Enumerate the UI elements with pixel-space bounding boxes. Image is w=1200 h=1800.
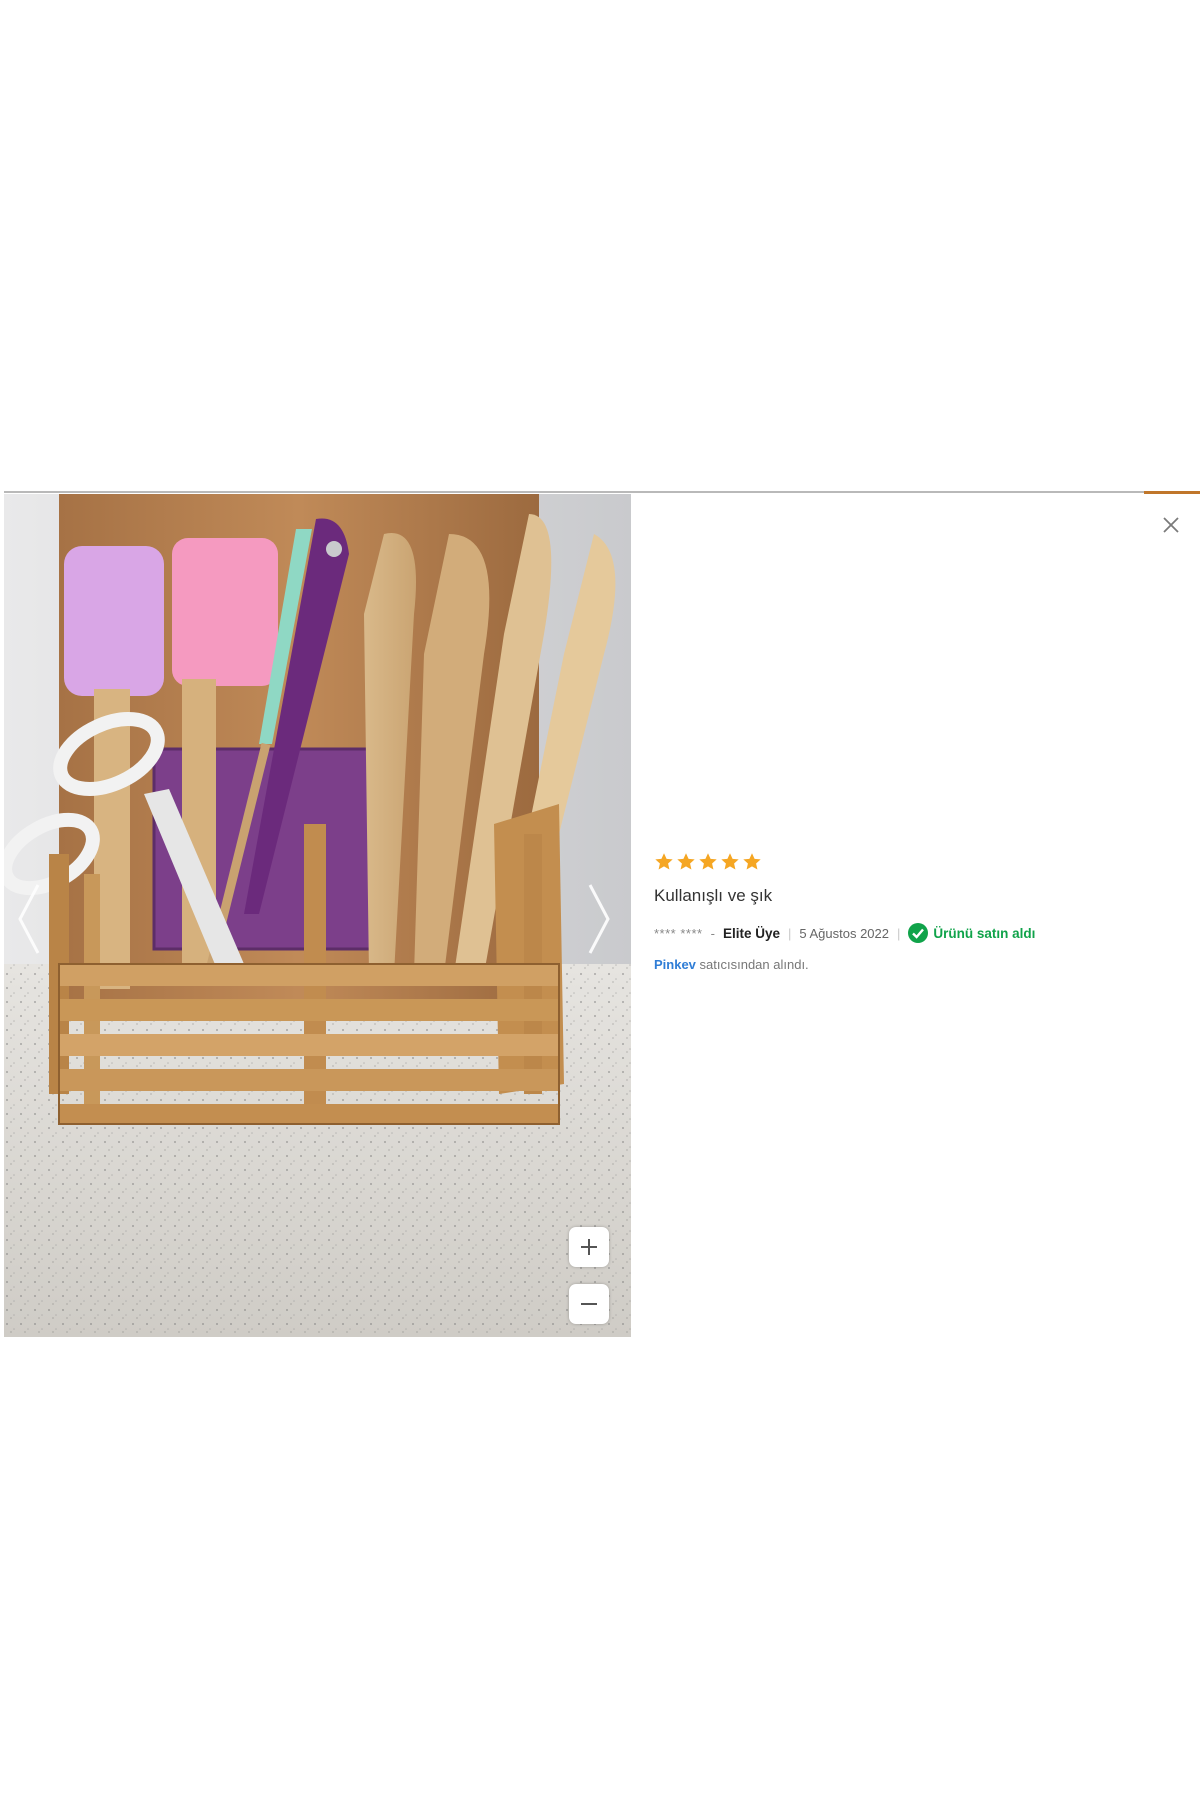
plus-icon (581, 1239, 597, 1255)
star-icon (676, 852, 696, 872)
star-icon (742, 852, 762, 872)
review-date: 5 Ağustos 2022 (799, 925, 889, 941)
review-details: Kullanışlı ve şık **** **** - Elite Üye … (654, 851, 1174, 972)
star-icon (698, 852, 718, 872)
review-photo[interactable] (4, 494, 631, 1337)
modal-top-divider (4, 491, 1200, 493)
prev-image-button[interactable] (12, 879, 46, 959)
chevron-left-icon (18, 884, 40, 954)
next-image-button[interactable] (582, 879, 616, 959)
minus-icon (581, 1303, 597, 1305)
review-photo-illustration (4, 494, 631, 1337)
review-meta: **** **** - Elite Üye | 5 Ağustos 2022 |… (654, 922, 1174, 944)
chevron-right-icon (588, 884, 610, 954)
name-dash: - (710, 925, 715, 941)
verified-purchase-label: Ürünü satın aldı (933, 925, 1036, 941)
modal-top-accent (1144, 491, 1200, 494)
seller-link[interactable]: Pinkev (654, 957, 696, 972)
page: Kullanışlı ve şık **** **** - Elite Üye … (0, 0, 1200, 1800)
meta-separator: | (787, 925, 792, 941)
zoom-out-button[interactable] (569, 1284, 609, 1324)
review-title: Kullanışlı ve şık (654, 886, 773, 905)
reviewer-name: **** **** (654, 925, 703, 941)
star-icon (654, 852, 674, 872)
star-rating (654, 851, 1174, 873)
star-icon (720, 852, 740, 872)
close-icon (1163, 517, 1179, 533)
review-image-modal: Kullanışlı ve şık **** **** - Elite Üye … (4, 491, 1200, 1337)
zoom-in-button[interactable] (569, 1227, 609, 1267)
meta-separator: | (897, 925, 901, 941)
seller-line: Pinkev satıcısından alındı. (654, 957, 1174, 972)
close-button[interactable] (1161, 515, 1181, 535)
verified-purchase-badge: Ürünü satın aldı (908, 923, 1035, 943)
member-badge: Elite Üye (722, 925, 780, 941)
check-circle-icon (908, 923, 929, 943)
seller-suffix: satıcısından alındı. (699, 957, 809, 972)
